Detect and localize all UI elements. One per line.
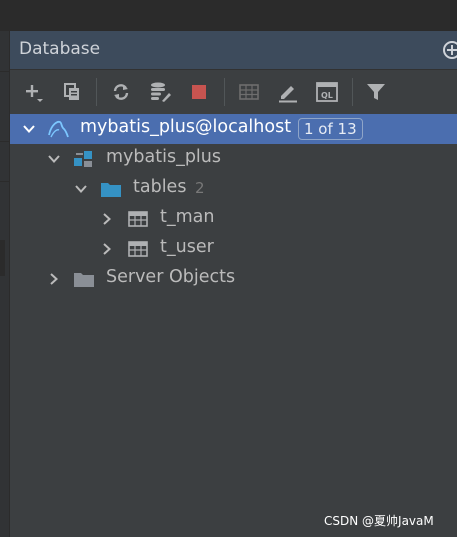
svg-text:QL: QL (321, 91, 333, 100)
folder-icon (100, 179, 121, 199)
left-tool-gutter (0, 31, 10, 537)
toolbar: QL (10, 70, 457, 115)
refresh-icon[interactable] (107, 78, 135, 106)
mysql-icon (47, 119, 69, 139)
watermark: CSDN @夏帅JavaM (324, 514, 434, 528)
toolbar-separator (96, 78, 97, 106)
chevron-down-icon[interactable] (74, 181, 88, 195)
tables-count: 2 (195, 179, 205, 197)
table-icon (127, 209, 148, 229)
schema-label: mybatis_plus (106, 147, 222, 167)
chevron-down-icon[interactable] (22, 121, 36, 135)
panel-title: Database (19, 39, 101, 59)
connection-label: mybatis_plus@localhost (80, 117, 292, 137)
table-editor-icon (235, 78, 263, 106)
chevron-right-icon[interactable] (100, 211, 114, 225)
gutter-marker (0, 240, 5, 276)
properties-icon[interactable] (146, 78, 174, 106)
table-label: t_man (160, 207, 215, 227)
tables-label: tables (133, 177, 187, 197)
toolbar-separator (352, 78, 353, 106)
filter-icon[interactable] (362, 78, 390, 106)
table-icon (127, 239, 148, 259)
schema-icon (73, 149, 93, 169)
sql-console-icon[interactable]: QL (313, 78, 341, 106)
edit-icon[interactable] (274, 78, 302, 106)
server-objects-label: Server Objects (106, 267, 236, 287)
copy-icon[interactable] (58, 78, 86, 106)
folder-icon (73, 269, 94, 289)
stop-icon[interactable] (185, 78, 213, 106)
database-panel: Database QL mybatis_plus@localhost 1 of … (10, 31, 457, 537)
tree-row-tables[interactable]: tables 2 (10, 174, 457, 204)
table-label: t_user (160, 237, 214, 257)
chevron-right-icon[interactable] (47, 271, 61, 285)
add-icon[interactable] (20, 78, 48, 106)
connection-badge[interactable]: 1 of 13 (298, 118, 363, 140)
tree-row-table[interactable]: t_man (10, 204, 457, 234)
tree-row-schema[interactable]: mybatis_plus (10, 144, 457, 174)
tree-row-server-objects[interactable]: Server Objects (10, 264, 457, 294)
tree-row-table[interactable]: t_user (10, 234, 457, 264)
chevron-down-icon[interactable] (47, 151, 61, 165)
panel-header: Database (10, 31, 457, 70)
editor-tab-strip (0, 0, 457, 31)
toolbar-separator (224, 78, 225, 106)
add-options-icon[interactable] (442, 40, 457, 60)
chevron-right-icon[interactable] (100, 241, 114, 255)
tree-row-connection[interactable]: mybatis_plus@localhost 1 of 13 (10, 114, 457, 144)
